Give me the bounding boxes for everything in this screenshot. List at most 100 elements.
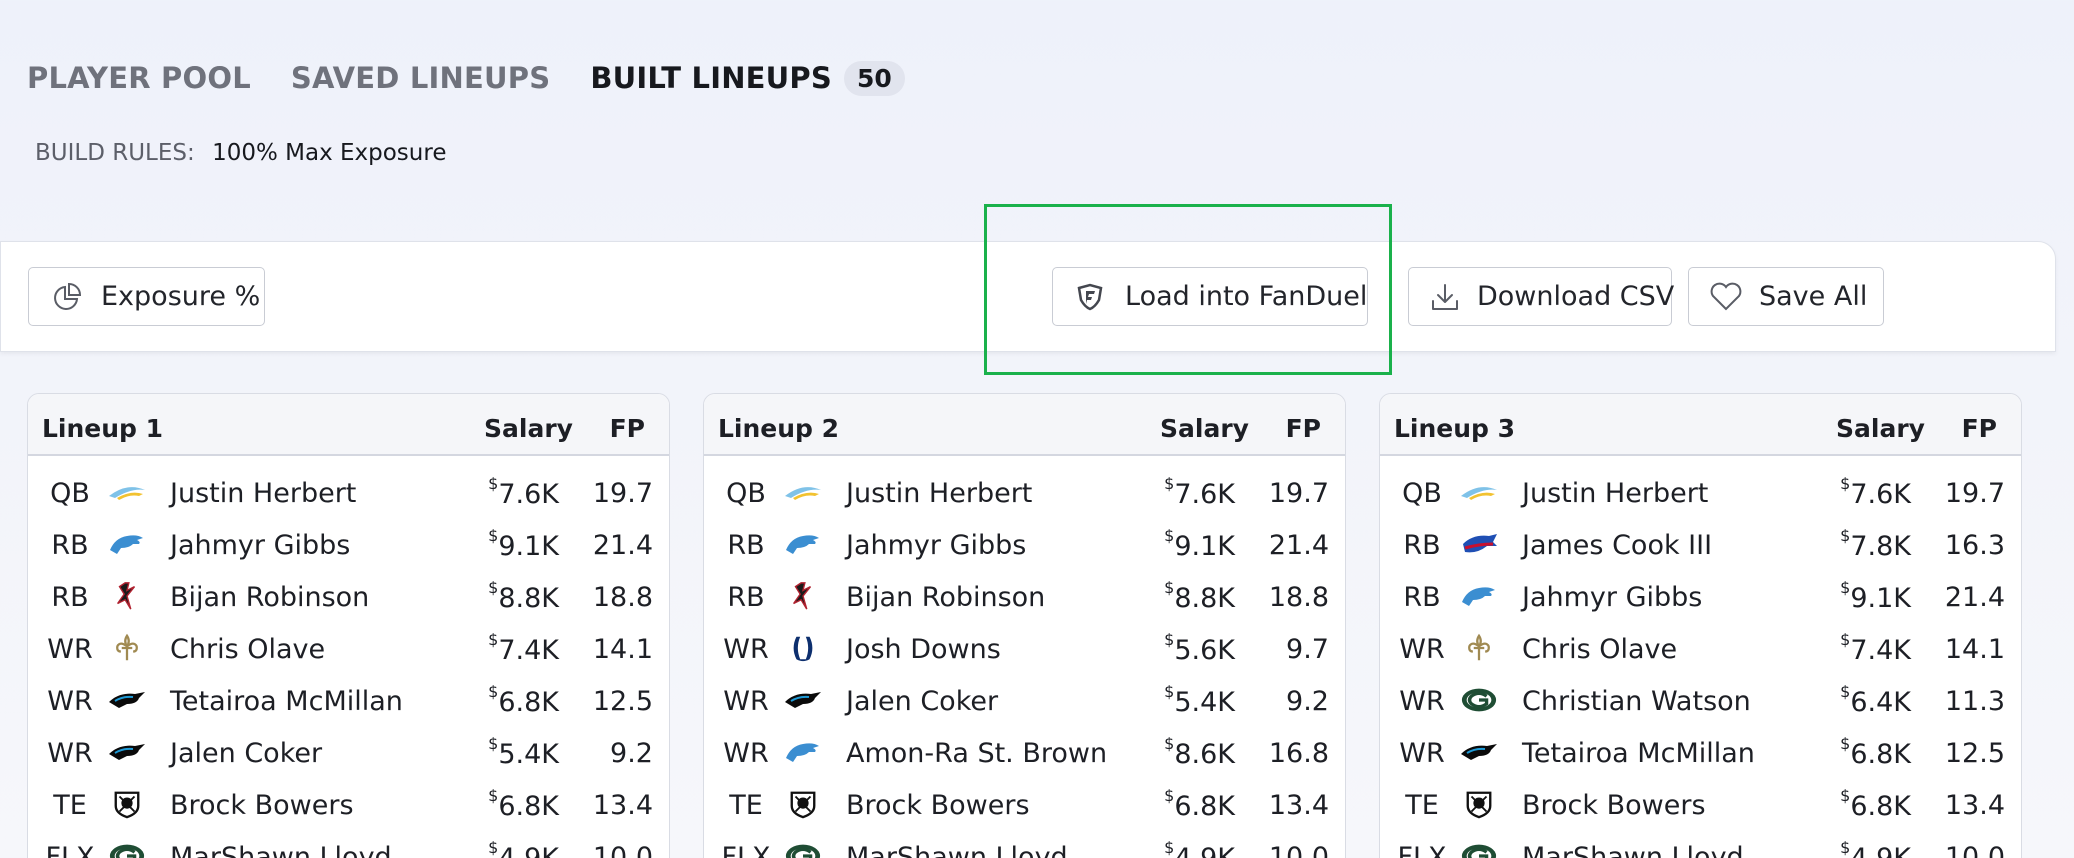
lineup-card-header: Lineup 2 Salary FP [704,394,1345,456]
chargers-logo-icon [1458,475,1500,509]
raiders-logo-icon [106,787,148,821]
player-name: Justin Herbert [846,478,1033,509]
player-salary: $4.9K [1164,838,1235,858]
player-name: Chris Olave [1522,634,1678,665]
player-salary-value: 6.8K [1850,739,1911,770]
packers-logo-icon [1458,683,1500,717]
player-position: WR [47,686,93,717]
player-fp: 19.7 [1268,478,1329,509]
player-salary: $7.4K [1840,630,1911,666]
fp-header: FP [609,414,645,443]
panthers-logo-icon [782,683,824,717]
player-row: QB Justin Herbert $7.6K 19.7 [1380,466,2021,518]
player-name: Jahmyr Gibbs [846,530,1027,561]
player-name: Jalen Coker [846,686,999,717]
player-salary: $5.4K [488,734,559,770]
tab-player-pool[interactable]: PLAYER POOL [27,61,251,95]
save-all-button[interactable]: Save All [1688,267,1884,326]
player-name: Brock Bowers [170,790,354,821]
falcons-logo-icon [106,579,148,613]
download-csv-label: Download CSV [1477,281,1675,312]
lions-logo-icon [1458,579,1500,613]
tab-saved-lineups[interactable]: SAVED LINEUPS [291,61,550,95]
player-name: Bijan Robinson [170,582,370,613]
player-salary-value: 6.8K [1174,791,1235,822]
raiders-logo-icon [782,787,824,821]
player-position: QB [726,478,766,509]
lions-logo-icon [782,735,824,769]
player-position: RB [1403,582,1441,613]
player-row: RB Jahmyr Gibbs $9.1K 21.4 [1380,570,2021,622]
player-fp: 13.4 [1944,790,2005,821]
player-name: Tetairoa McMillan [1522,738,1755,769]
player-salary: $9.1K [1164,526,1235,562]
panthers-logo-icon [106,735,148,769]
player-fp: 18.8 [592,582,653,613]
player-name: Josh Downs [846,634,1001,665]
player-fp: 10.0 [1268,842,1329,858]
download-icon [1432,283,1458,310]
lineup-card: Lineup 2 Salary FP QB Justin Herbert $7.6K… [703,393,1346,858]
player-row: WR Chris Olave $7.4K 14.1 [28,622,669,674]
lineup-card: Lineup 1 Salary FP QB Justin Herbert $7.6K… [27,393,670,858]
player-fp: 16.3 [1944,530,2005,561]
load-into-fanduel-button[interactable]: Load into FanDuel [1052,267,1368,326]
player-position: TE [1405,790,1439,821]
player-name: Jahmyr Gibbs [170,530,351,561]
player-salary: $6.8K [488,786,559,822]
exposure-button-label: Exposure % [101,281,261,312]
player-fp: 21.4 [1268,530,1329,561]
player-fp: 13.4 [592,790,653,821]
player-salary-value: 6.8K [498,791,559,822]
player-position: WR [1399,634,1445,665]
player-salary-value: 9.1K [1850,583,1911,614]
player-name: MarShawn Lloyd [170,842,392,858]
player-salary-value: 4.9K [1850,843,1911,858]
player-fp: 9.7 [1286,634,1329,665]
player-name: MarShawn Lloyd [846,842,1068,858]
player-position: TE [729,790,763,821]
fp-header: FP [1961,414,1997,443]
player-salary: $4.9K [488,838,559,858]
lineup-card-header: Lineup 1 Salary FP [28,394,669,456]
player-fp: 11.3 [1944,686,2005,717]
player-row: FLX MarShawn Lloyd $4.9K 10.0 [28,830,669,858]
player-salary: $6.8K [1840,786,1911,822]
lineup-toolbar: Exposure % Load into FanDuel Download CS… [0,241,2056,352]
player-list: QB Justin Herbert $7.6K 19.7 RB Jahmyr Gibbs $… [704,466,1345,858]
download-csv-button[interactable]: Download CSV [1408,267,1675,326]
player-salary: $5.4K [1164,682,1235,718]
player-salary: $6.8K [1164,786,1235,822]
tab-built-lineups[interactable]: BUILT LINEUPS [590,61,832,95]
player-row: QB Justin Herbert $7.6K 19.7 [704,466,1345,518]
packers-logo-icon [1458,839,1500,858]
player-fp: 18.8 [1268,582,1329,613]
lions-logo-icon [782,527,824,561]
player-fp: 16.8 [1268,738,1329,769]
player-salary-value: 6.4K [1850,687,1911,718]
chargers-logo-icon [782,475,824,509]
lineup-title: Lineup 3 [1394,414,1516,443]
player-position: WR [47,634,93,665]
player-position: TE [53,790,87,821]
player-salary: $9.1K [1840,578,1911,614]
player-salary: $6.4K [1840,682,1911,718]
pie-chart-icon [54,282,82,310]
player-salary: $5.6K [1164,630,1235,666]
player-position: RB [51,530,89,561]
player-salary: $8.8K [488,578,559,614]
exposure-button[interactable]: Exposure % [28,267,265,326]
player-salary-value: 5.4K [1174,687,1235,718]
chargers-logo-icon [106,475,148,509]
player-fp: 19.7 [1944,478,2005,509]
fanduel-shield-icon [1077,283,1103,310]
player-position: FLX [1397,842,1447,858]
player-position: RB [1403,530,1441,561]
build-rules-value: 100% Max Exposure [212,140,447,166]
player-row: QB Justin Herbert $7.6K 19.7 [28,466,669,518]
player-row: RB Jahmyr Gibbs $9.1K 21.4 [704,518,1345,570]
player-row: TE Brock Bowers $6.8K 13.4 [1380,778,2021,830]
player-salary: $7.6K [1164,474,1235,510]
panthers-logo-icon [1458,735,1500,769]
falcons-logo-icon [782,579,824,613]
